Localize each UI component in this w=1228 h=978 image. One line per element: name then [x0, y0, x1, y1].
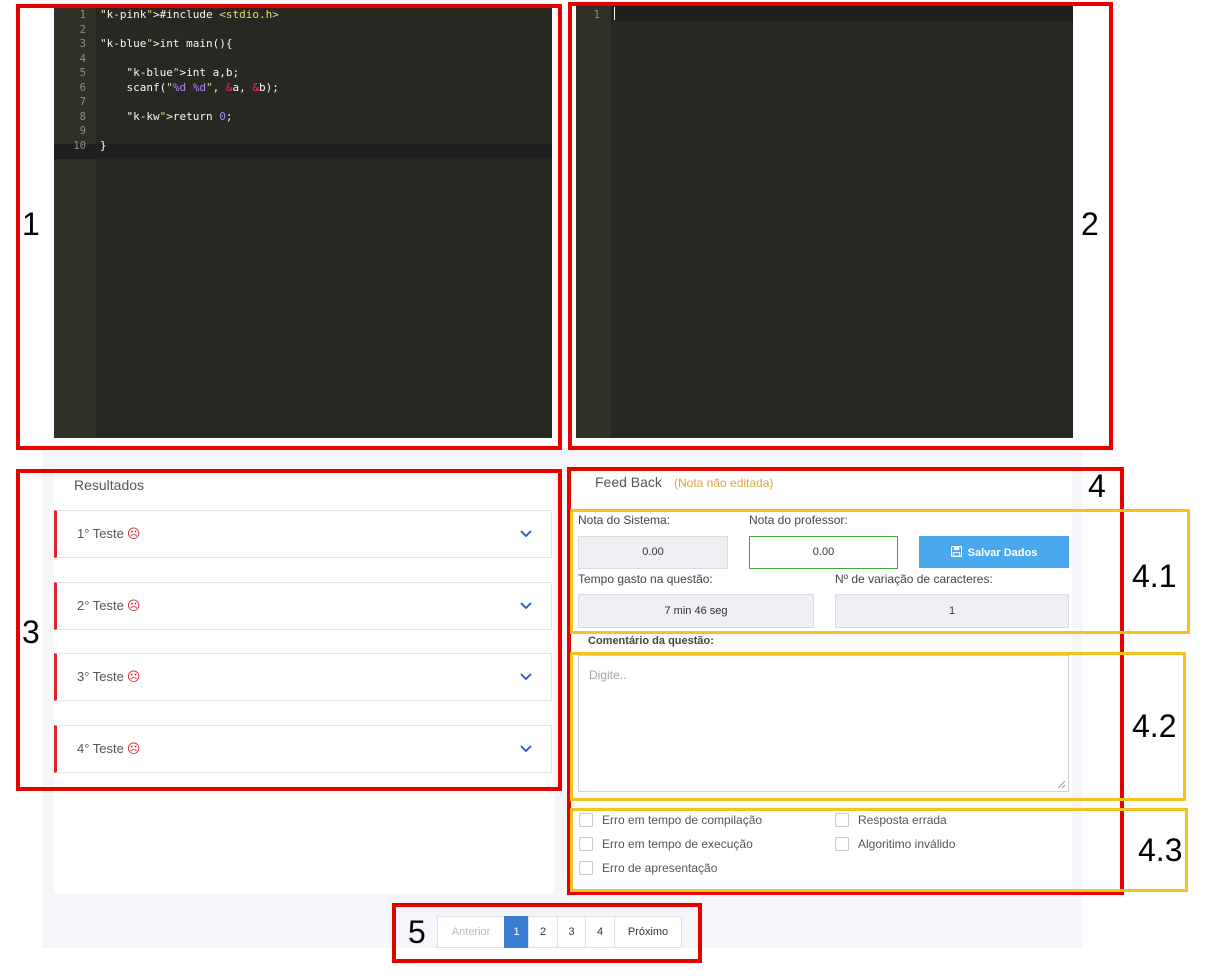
- highlight-box-4-2: [570, 652, 1186, 801]
- annotation-1: 1: [22, 206, 40, 242]
- highlight-box-4-1: [570, 509, 1190, 634]
- annotation-4-3: 4.3: [1138, 832, 1183, 868]
- annotation-4-2: 4.2: [1132, 708, 1177, 744]
- annotation-4-1: 4.1: [1132, 558, 1177, 594]
- annotation-2: 2: [1081, 206, 1099, 242]
- highlight-box-1: [16, 4, 562, 450]
- annotation-3: 3: [22, 614, 40, 650]
- highlight-box-4-3: [570, 808, 1188, 892]
- highlight-box-2: [568, 2, 1113, 450]
- highlight-box-3: [16, 469, 562, 791]
- annotation-5: 5: [408, 914, 426, 950]
- highlight-box-5: [392, 903, 702, 963]
- annotation-4: 4: [1088, 468, 1106, 504]
